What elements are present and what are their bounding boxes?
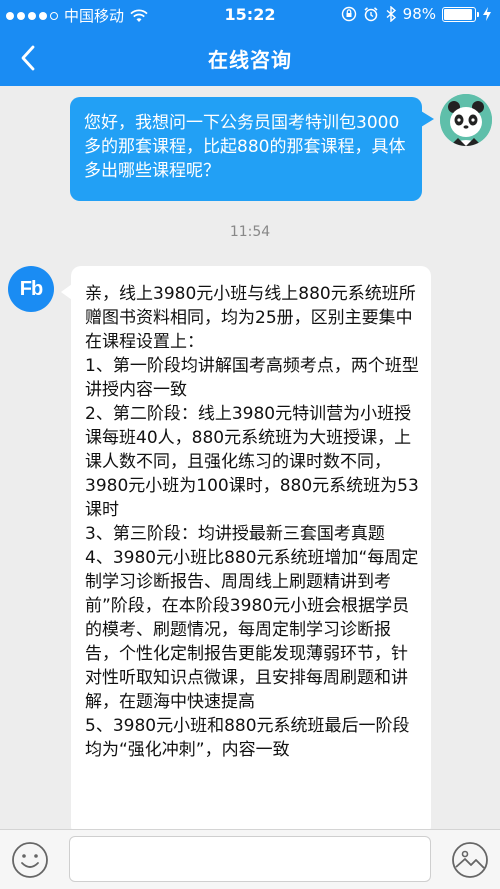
agent-message-line: 3、第三阶段：均讲授最新三套国考真题 [85,524,385,544]
agent-message-bubble[interactable]: 亲，线上3980元小班与线上880元系统班所赠图书资料相同，均为25册，区别主要… [61,266,431,829]
emoji-button[interactable] [10,840,50,880]
nav-bar: 在线咨询 [0,30,500,86]
agent-message-line: 1、第一阶段均讲解国考高频考点，两个班型讲授内容一致 [85,356,419,400]
agent-logo-text: Fb [19,277,43,300]
agent-message-line: 5、3980元小班和880元系统班最后一阶段均为“强化冲刺”，内容一致 [85,716,410,760]
agent-message-line: 2、第二阶段：线上3980元特训营为小班授课每班40人，880元系统班为大班授课… [85,404,419,520]
battery-percent: 98% [402,5,436,23]
image-picture-icon[interactable] [450,840,490,880]
input-bar [0,829,500,889]
rotation-lock-icon [341,6,356,22]
message-input[interactable] [69,836,431,882]
battery-icon [442,6,479,22]
status-right: 98% [341,5,492,23]
charging-bolt-icon [483,7,491,21]
user-avatar[interactable] [440,94,492,146]
page-title: 在线咨询 [208,48,292,72]
status-bar: 中国移动 15:22 98% [0,0,500,30]
panda-icon [440,94,492,146]
alarm-clock-icon [364,7,378,22]
battery-fill [444,8,473,20]
message-timestamp: 11:54 [229,224,271,240]
user-message-bubble[interactable]: 您好，我想问一下公务员国考特训包3000多的那套课程，比起880的那套课程，具体… [70,97,434,201]
image-button[interactable] [450,840,490,880]
user-message-text: 您好，我想问一下公务员国考特训包3000多的那套课程，比起880的那套课程，具体… [84,113,406,181]
emoji-smile-icon[interactable] [10,840,50,880]
agent-message-line: 4、3980元小班比880元系统班增加“每周定制学习诊断报告、周周线上刷题精讲到… [85,548,419,712]
agent-avatar[interactable]: Fb [8,266,54,312]
bluetooth-icon [386,6,396,22]
agent-message-line: 亲，线上3980元小班与线上880元系统班所赠图书资料相同，均为25册，区别主要… [85,284,416,352]
chat-area[interactable]: 您好，我想问一下公务员国考特训包3000多的那套课程，比起880的那套课程，具体… [0,86,500,829]
